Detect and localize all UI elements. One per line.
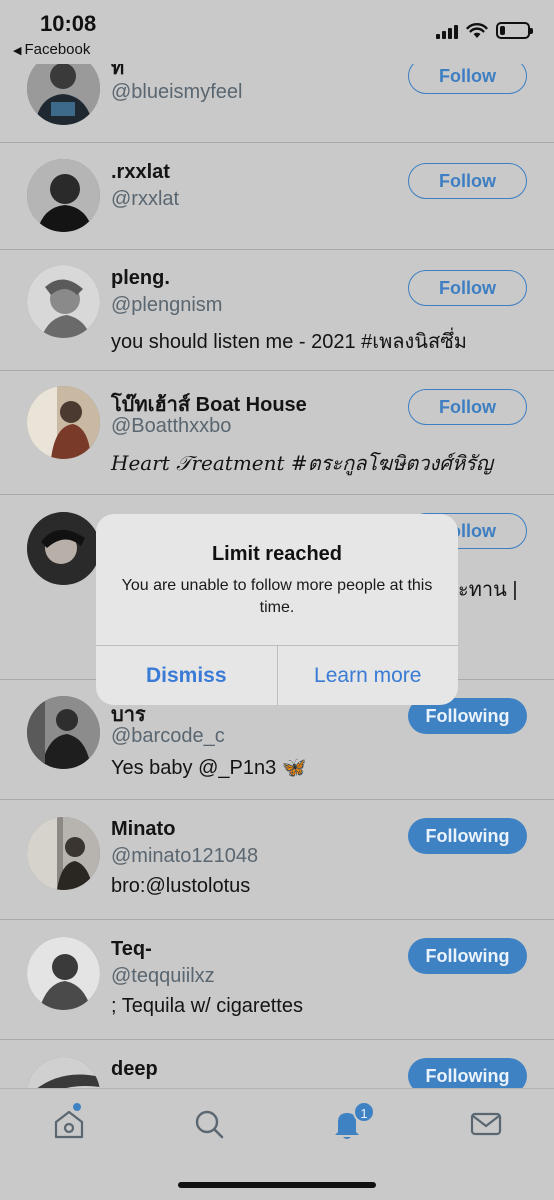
back-app-label: Facebook	[24, 41, 91, 58]
avatar[interactable]	[27, 817, 100, 890]
learn-more-button[interactable]: Learn more	[276, 646, 459, 705]
avatar[interactable]	[27, 696, 100, 769]
alert-message: You are unable to follow more people at …	[121, 577, 433, 616]
list-item[interactable]: deep Following	[0, 1040, 554, 1090]
status-time: 10:08	[40, 11, 97, 36]
avatar[interactable]	[27, 159, 100, 232]
status-bar: 10:08 ◀ Facebook	[0, 0, 554, 64]
following-button[interactable]: Following	[408, 938, 527, 974]
account-name: Minato	[111, 818, 176, 840]
back-to-facebook-link[interactable]: ◀ Facebook	[13, 41, 90, 58]
avatar[interactable]	[27, 937, 100, 1010]
search-icon[interactable]	[192, 1107, 226, 1141]
following-button[interactable]: Following	[408, 818, 527, 854]
list-item[interactable]: โบ๊ทเฮ้าส์ Boat House @Boatthxxbo 𝐻𝑒𝑎𝑟𝑡 …	[0, 371, 554, 495]
list-item[interactable]: pleng. @plengnism you should listen me -…	[0, 250, 554, 371]
account-name: deep	[111, 1058, 158, 1080]
account-handle: @minato121048	[111, 845, 259, 867]
account-bio: bro:@lustolotus	[111, 875, 251, 897]
account-handle: @rxxlat	[111, 188, 180, 210]
account-handle: @plengnism	[111, 294, 223, 316]
follow-button[interactable]: Follow	[408, 270, 527, 306]
avatar[interactable]	[27, 512, 100, 585]
account-handle: @Boatthxxbo	[111, 415, 232, 437]
cellular-signal-icon	[436, 23, 458, 39]
account-bio-text: Yes baby @_P1n3	[111, 757, 277, 779]
account-handle: @teqquiilxz	[111, 965, 215, 987]
account-bio: 𝐻𝑒𝑎𝑟𝑡 𝒯𝑟𝑒𝑎𝑡𝑚𝑒𝑛𝑡 #ตระกูลโฆษิตวงศ์หิรัญ	[111, 451, 493, 475]
avatar[interactable]	[27, 1057, 100, 1090]
status-icons	[436, 22, 533, 39]
wifi-icon	[466, 22, 488, 38]
account-bio: ะทาน |	[458, 579, 518, 601]
account-name: Teq-	[111, 938, 152, 960]
avatar[interactable]	[27, 265, 100, 338]
butterfly-emoji: 🦋	[281, 757, 307, 779]
following-button[interactable]: Following	[408, 1058, 527, 1090]
battery-level	[500, 26, 505, 35]
home-icon[interactable]	[52, 1107, 86, 1141]
list-item[interactable]: Minato @minato121048 bro:@lustolotus Fol…	[0, 800, 554, 920]
dismiss-button[interactable]: Dismiss	[96, 646, 277, 705]
limit-reached-alert: Limit reached You are unable to follow m…	[96, 514, 458, 705]
account-bio: ; Tequila w/ cigarettes	[111, 995, 303, 1017]
home-indicator	[178, 1182, 376, 1188]
list-item[interactable]: .rxxlat @rxxlat Follow	[0, 143, 554, 250]
account-handle: @blueismyfeel	[111, 81, 243, 103]
account-bio: you should listen me - 2021 #เพลงนิสซึ่ม	[111, 331, 467, 353]
tab-bar: 1	[0, 1088, 554, 1200]
follow-button[interactable]: Follow	[408, 389, 527, 425]
follow-button[interactable]: Follow	[408, 163, 527, 199]
list-item[interactable]: Teq- @teqquiilxz ; Tequila w/ cigarettes…	[0, 920, 554, 1040]
account-name: .rxxlat	[111, 161, 170, 183]
avatar[interactable]	[27, 386, 100, 459]
back-arrow-icon: ◀	[13, 45, 22, 57]
notifications-badge: 1	[353, 1101, 375, 1123]
account-bio: Yes baby @_P1n3 🦋	[111, 755, 307, 780]
account-name: pleng.	[111, 267, 170, 289]
battery-icon	[496, 22, 533, 39]
messages-icon[interactable]	[469, 1107, 503, 1141]
home-new-dot	[73, 1103, 81, 1111]
account-handle: @barcode_c	[111, 725, 225, 747]
alert-actions: Dismiss Learn more	[96, 645, 458, 705]
alert-title: Limit reached	[211, 543, 343, 565]
